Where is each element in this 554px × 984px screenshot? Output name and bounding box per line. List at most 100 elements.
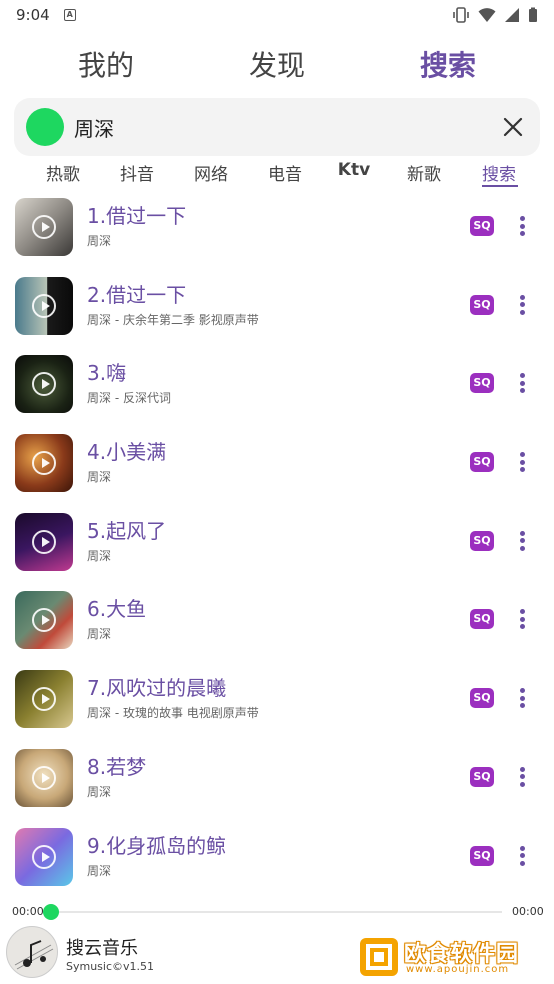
song-title: 9.化身孤岛的鲸 xyxy=(87,833,227,858)
play-icon xyxy=(32,293,56,318)
song-list: 1.借过一下 周深 SQ 2.借过一下 周深 - 庆余年第二季 影视原声带 SQ… xyxy=(0,190,554,898)
category-tab-new[interactable]: 新歌 xyxy=(394,160,454,185)
more-options-button[interactable] xyxy=(512,527,532,555)
song-subtitle: 周深 xyxy=(87,470,112,485)
sq-quality-badge: SQ xyxy=(470,452,494,473)
category-tab-electronic[interactable]: 电音 xyxy=(255,160,315,185)
watermark: 欧食软件园 www.apoujin.com xyxy=(356,934,552,980)
close-icon xyxy=(503,117,523,137)
status-icons xyxy=(452,7,538,23)
play-icon xyxy=(32,529,56,554)
album-cover[interactable] xyxy=(15,434,73,493)
tab-discover[interactable]: 发现 xyxy=(227,44,327,84)
category-tab-network[interactable]: 网络 xyxy=(181,160,241,185)
song-row[interactable]: 3.嗨 周深 - 反深代词 SQ xyxy=(0,347,554,426)
notification-a-icon: A xyxy=(63,9,76,21)
tab-search[interactable]: 搜索 xyxy=(398,44,498,84)
active-tab-indicator xyxy=(482,185,518,187)
category-tab-hot[interactable]: 热歌 xyxy=(33,160,93,185)
category-tab-ktv[interactable]: Ktv xyxy=(324,160,384,180)
clear-search-button[interactable] xyxy=(498,112,528,142)
signal-icon xyxy=(505,8,519,22)
player-cover[interactable] xyxy=(6,926,58,978)
progress-slider-thumb[interactable] xyxy=(43,904,59,920)
album-cover[interactable] xyxy=(15,276,73,335)
album-cover[interactable] xyxy=(15,591,73,650)
progress-track[interactable] xyxy=(50,911,502,913)
vibrate-icon xyxy=(453,7,469,23)
more-options-button[interactable] xyxy=(512,842,532,870)
play-icon xyxy=(32,687,56,712)
status-time: 9:04 xyxy=(16,6,50,24)
album-cover[interactable] xyxy=(15,198,73,256)
more-options-button[interactable] xyxy=(512,369,532,397)
sq-quality-badge: SQ xyxy=(470,766,494,787)
song-title: 6.大鱼 xyxy=(87,597,147,622)
song-row[interactable]: 1.借过一下 周深 SQ xyxy=(0,190,554,269)
song-subtitle: 周深 xyxy=(87,627,112,642)
more-options-button[interactable] xyxy=(512,448,532,476)
battery-icon xyxy=(529,7,537,22)
album-cover[interactable] xyxy=(15,355,73,414)
sq-quality-badge: SQ xyxy=(470,845,494,866)
album-cover[interactable] xyxy=(15,512,73,571)
wifi-icon xyxy=(478,8,496,22)
song-subtitle: 周深 xyxy=(87,863,112,878)
song-subtitle: 周深 - 庆余年第二季 影视原声带 xyxy=(87,312,259,327)
search-avatar-dot xyxy=(26,108,64,146)
play-icon xyxy=(32,451,56,476)
sq-quality-badge: SQ xyxy=(470,688,494,709)
song-subtitle: 周深 xyxy=(87,548,112,563)
watermark-logo-icon xyxy=(360,938,398,976)
song-subtitle: 周深 - 反深代词 xyxy=(87,391,171,406)
play-icon xyxy=(32,215,56,239)
more-options-button[interactable] xyxy=(512,291,532,319)
music-note-icon xyxy=(14,940,54,970)
song-row[interactable]: 4.小美满 周深 SQ xyxy=(0,426,554,505)
play-icon xyxy=(32,765,56,790)
status-bar: 9:04 A xyxy=(0,0,554,30)
play-icon xyxy=(32,608,56,633)
search-bar[interactable]: 周深 xyxy=(14,98,540,156)
elapsed-time: 00:00 xyxy=(12,905,44,918)
sq-quality-badge: SQ xyxy=(470,373,494,394)
sq-quality-badge: SQ xyxy=(470,294,494,315)
total-time: 00:00 xyxy=(512,905,544,918)
watermark-url: www.apoujin.com xyxy=(406,964,510,975)
song-title: 5.起风了 xyxy=(87,518,167,543)
top-tabs: 我的 发现 搜索 xyxy=(0,44,554,88)
play-icon xyxy=(32,372,56,397)
album-cover[interactable] xyxy=(15,748,73,807)
sq-quality-badge: SQ xyxy=(470,530,494,551)
player-title: 搜云音乐 xyxy=(66,938,138,959)
more-options-button[interactable] xyxy=(512,212,532,240)
tab-mine[interactable]: 我的 xyxy=(56,44,156,84)
song-title: 4.小美满 xyxy=(87,440,167,465)
song-title: 3.嗨 xyxy=(87,361,127,386)
more-options-button[interactable] xyxy=(512,605,532,633)
song-row[interactable]: 7.风吹过的晨曦 周深 - 玫瑰的故事 电视剧原声带 SQ xyxy=(0,662,554,741)
sq-quality-badge: SQ xyxy=(470,609,494,630)
album-cover[interactable] xyxy=(15,827,73,886)
song-title: 1.借过一下 xyxy=(87,204,187,228)
app-version: Symusic©v1.51 xyxy=(66,960,155,973)
more-options-button[interactable] xyxy=(512,684,532,712)
more-options-button[interactable] xyxy=(512,763,532,791)
playback-progress: 00:00 00:00 xyxy=(0,902,554,922)
song-row[interactable]: 5.起风了 周深 SQ xyxy=(0,505,554,584)
song-subtitle: 周深 - 玫瑰的故事 电视剧原声带 xyxy=(87,706,259,721)
song-title: 2.借过一下 xyxy=(87,282,187,307)
search-input[interactable]: 周深 xyxy=(74,113,498,142)
song-row[interactable]: 2.借过一下 周深 - 庆余年第二季 影视原声带 SQ xyxy=(0,269,554,348)
song-row[interactable]: 8.若梦 周深 SQ xyxy=(0,741,554,820)
category-tabs: 热歌 抖音 网络 电音 Ktv 新歌 搜索 xyxy=(0,158,554,188)
album-cover[interactable] xyxy=(15,670,73,729)
category-tab-search[interactable]: 搜索 xyxy=(469,160,529,185)
play-icon xyxy=(32,844,56,869)
sq-quality-badge: SQ xyxy=(470,216,494,236)
song-title: 7.风吹过的晨曦 xyxy=(87,676,227,701)
song-row[interactable]: 9.化身孤岛的鲸 周深 SQ xyxy=(0,820,554,899)
category-tab-douyin[interactable]: 抖音 xyxy=(107,160,167,185)
song-subtitle: 周深 xyxy=(87,234,112,248)
song-row[interactable]: 6.大鱼 周深 SQ xyxy=(0,583,554,662)
